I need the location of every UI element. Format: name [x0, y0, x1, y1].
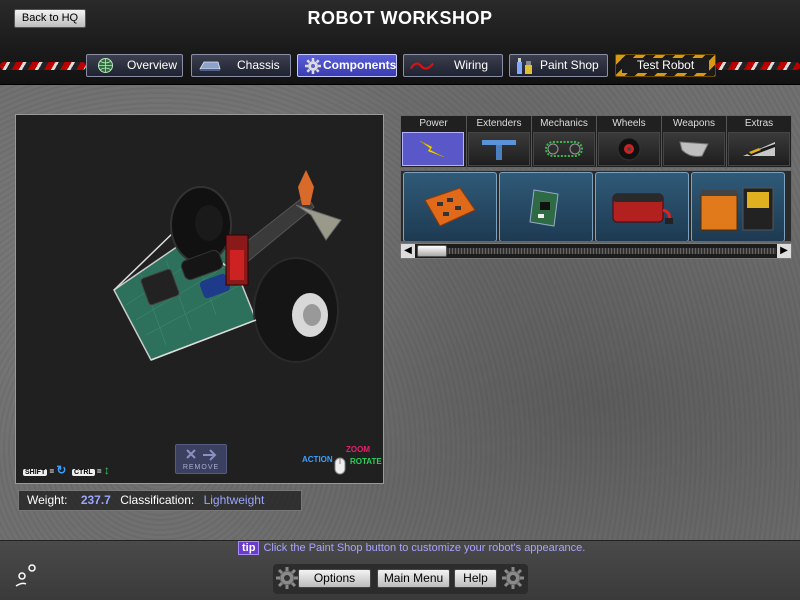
- tab-components[interactable]: Components: [297, 54, 397, 77]
- robot-3d-viewport[interactable]: REMOVE SHIFT = ↻ CTRL = ↕ ACTION ZOOM RO…: [15, 114, 384, 484]
- category-extras[interactable]: Extras: [726, 116, 791, 169]
- cable-decoration: [0, 62, 86, 70]
- ramp-icon: [728, 132, 790, 166]
- chain-icon: [533, 132, 595, 166]
- gear-icon: [301, 57, 325, 74]
- wheel-icon: [598, 132, 660, 166]
- scroll-left-arrow[interactable]: ◀: [401, 244, 415, 258]
- category-label: Wheels: [612, 118, 646, 129]
- equals-sign: =: [49, 467, 55, 476]
- classification-label: Classification:: [120, 493, 195, 507]
- category-label: Power: [419, 118, 448, 129]
- help-button[interactable]: Help: [454, 569, 497, 588]
- weight-label: Weight:: [27, 493, 68, 507]
- battery-pack-icon: [700, 187, 774, 231]
- tab-paint-shop[interactable]: Paint Shop: [509, 54, 608, 77]
- category-label: Weapons: [672, 118, 716, 129]
- rotate-label: ROTATE: [350, 457, 382, 466]
- category-mechanics[interactable]: Mechanics: [531, 116, 596, 169]
- ctrl-key: CTRL: [72, 469, 95, 476]
- weight-value: 237.7: [80, 493, 111, 507]
- lightning-icon: [402, 132, 464, 166]
- ctrl-move-hint: CTRL = ↕: [72, 463, 110, 477]
- shift-rotate-hint: SHIFT = ↻: [23, 463, 66, 477]
- tab-label: Components: [323, 58, 397, 72]
- tip-text: Click the Paint Shop button to customize…: [263, 542, 586, 554]
- tab-chassis[interactable]: Chassis: [191, 54, 291, 77]
- category-label: Extras: [744, 118, 774, 129]
- mouse-icon: [334, 457, 346, 475]
- gear-icon: [502, 567, 524, 589]
- tab-test-robot[interactable]: Test Robot: [615, 54, 716, 77]
- component-category-bar: Power Extenders Mechanics Wheels Weapons…: [400, 115, 792, 169]
- tip-message: tip Click the Paint Shop button to custom…: [238, 541, 585, 555]
- remove-arrow-icon: [186, 449, 217, 461]
- options-button[interactable]: Options: [298, 569, 371, 588]
- tab-overview[interactable]: Overview: [86, 54, 183, 77]
- tab-label: Overview: [127, 58, 178, 72]
- tab-label: Test Robot: [622, 58, 709, 73]
- tab-label: Paint Shop: [540, 58, 599, 72]
- robot-model: [113, 170, 342, 363]
- tab-label: Wiring: [454, 58, 489, 72]
- scroll-track[interactable]: [446, 248, 776, 254]
- part-red-battery[interactable]: [595, 172, 689, 241]
- category-extenders[interactable]: Extenders: [466, 116, 531, 169]
- tip-tag: tip: [238, 541, 260, 555]
- parts-scrollbar[interactable]: ◀ ▶: [400, 243, 792, 259]
- back-to-hq-button[interactable]: Back to HQ: [14, 9, 86, 28]
- part-speed-controller[interactable]: [403, 172, 497, 241]
- wire-icon: [410, 57, 434, 74]
- chassis-icon: [198, 57, 222, 74]
- category-weapons[interactable]: Weapons: [661, 116, 726, 169]
- category-power[interactable]: Power: [401, 116, 466, 169]
- parts-carousel: [400, 170, 792, 242]
- equals-sign: =: [96, 467, 102, 476]
- scroll-right-arrow[interactable]: ▶: [777, 244, 791, 258]
- rotate-circle-icon: ↻: [56, 463, 67, 477]
- category-label: Mechanics: [540, 118, 588, 129]
- tab-wiring[interactable]: Wiring: [403, 54, 503, 77]
- shift-key: SHIFT: [23, 469, 48, 476]
- blade-icon: [663, 132, 725, 166]
- vertical-arrow-icon: ↕: [103, 463, 110, 477]
- paint-icon: [513, 57, 537, 74]
- scroll-thumb[interactable]: [417, 245, 447, 257]
- classification-value: Lightweight: [203, 493, 265, 507]
- main-menu-button[interactable]: Main Menu: [377, 569, 450, 588]
- t-bar-icon: [468, 132, 530, 166]
- gear-icon: [276, 567, 298, 589]
- part-circuit-board[interactable]: [499, 172, 593, 241]
- tab-label: Chassis: [237, 58, 280, 72]
- circuit-board-icon: [529, 189, 559, 227]
- part-battery-pack[interactable]: [691, 172, 785, 241]
- remove-part-button[interactable]: REMOVE: [175, 444, 227, 474]
- robot-stats-bar: Weight: 237.7 Classification: Lightweigh…: [18, 490, 302, 511]
- category-wheels[interactable]: Wheels: [596, 116, 661, 169]
- zoom-label: ZOOM: [346, 445, 370, 454]
- remove-label: REMOVE: [182, 464, 220, 471]
- mascot-icon: [15, 564, 36, 587]
- speed-controller-icon: [424, 187, 476, 227]
- globe-icon: [93, 57, 117, 74]
- action-label: ACTION: [302, 455, 333, 464]
- category-label: Extenders: [476, 118, 522, 129]
- red-battery-icon: [612, 193, 673, 224]
- cable-decoration: [716, 62, 800, 70]
- page-title: ROBOT WORKSHOP: [307, 8, 493, 28]
